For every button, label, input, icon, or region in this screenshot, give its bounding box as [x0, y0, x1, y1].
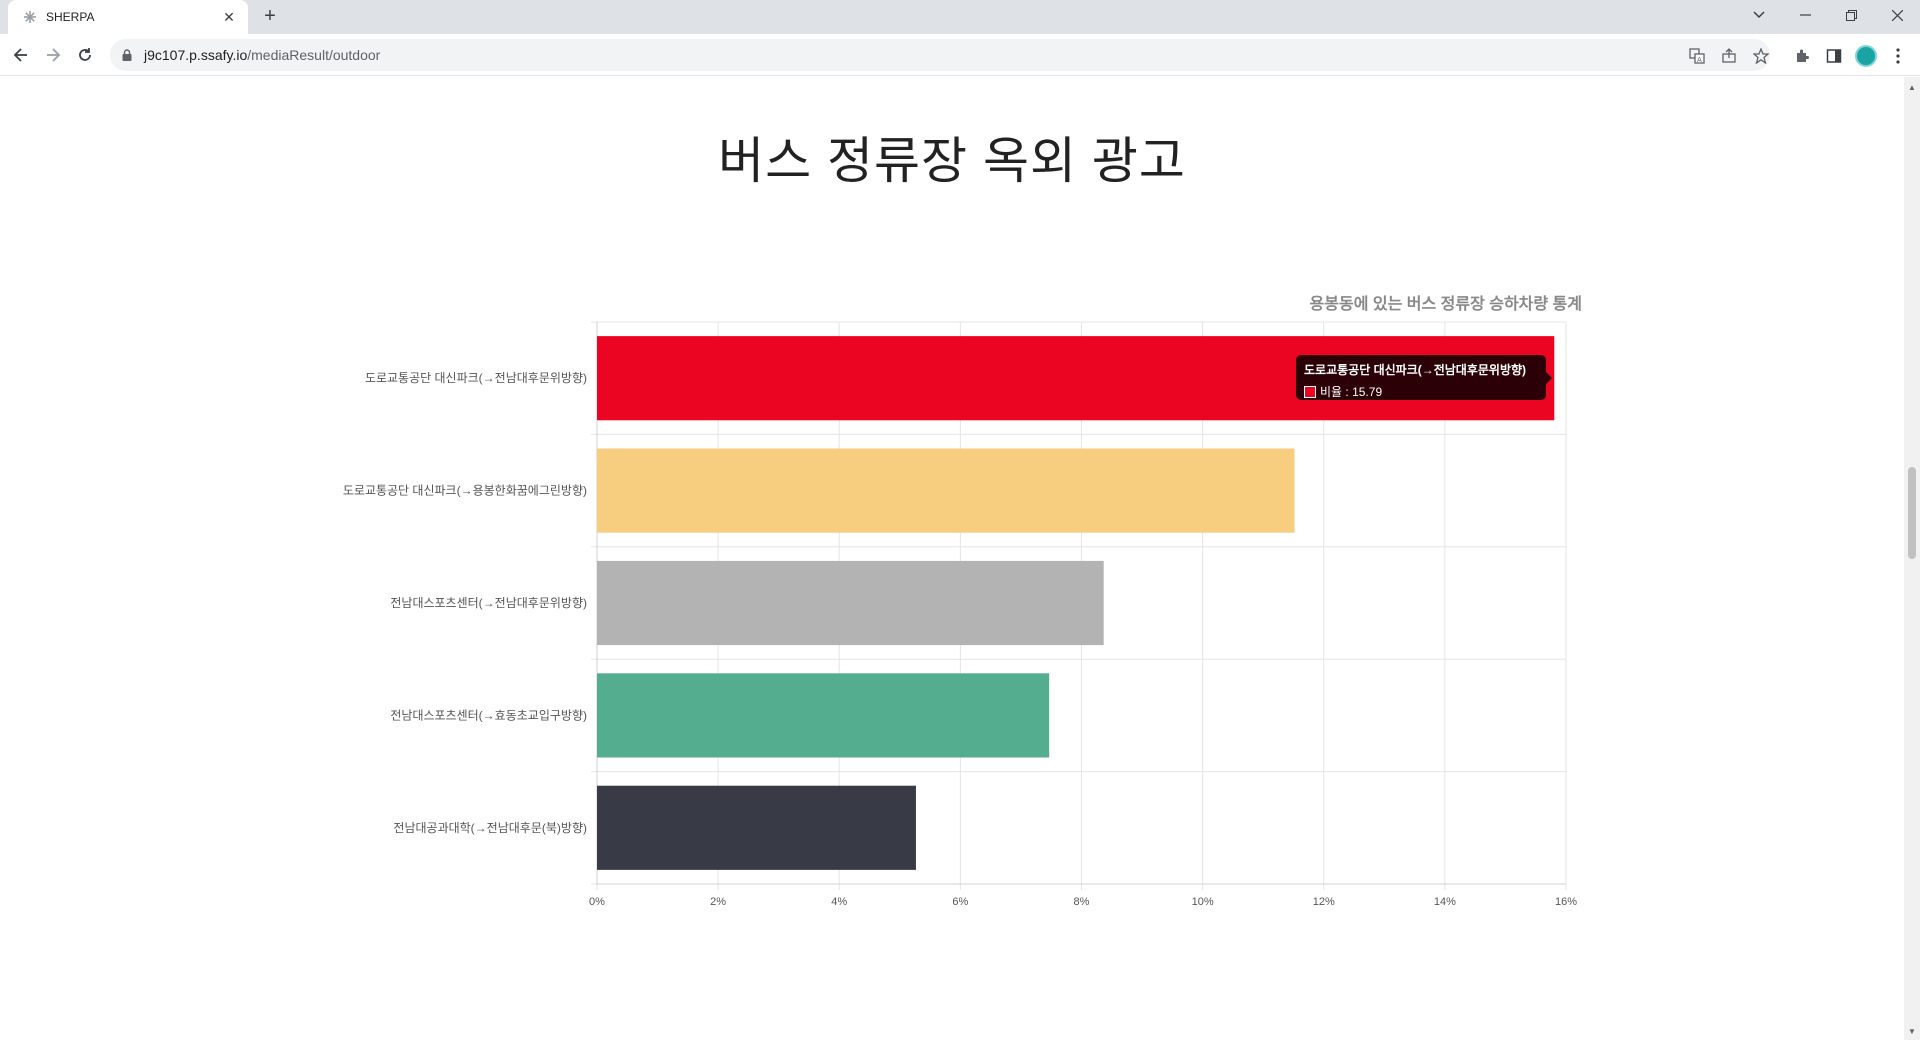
- browser-tab[interactable]: SHERPA ✕: [8, 0, 248, 34]
- extensions-icon[interactable]: [1792, 46, 1812, 66]
- translate-icon[interactable]: A: [1688, 47, 1706, 65]
- tooltip-row: 비율 : 15.79: [1304, 383, 1538, 400]
- side-panel-icon[interactable]: [1824, 46, 1844, 66]
- close-window-icon[interactable]: [1874, 0, 1920, 30]
- url-text: j9c107.p.ssafy.io/mediaResult/outdoor: [144, 47, 380, 63]
- tooltip-caret: [1546, 372, 1552, 384]
- url-host: j9c107.p.ssafy.io: [144, 47, 248, 63]
- tooltip-title: 도로교통공단 대신파크(→전남대후문위방향): [1304, 363, 1527, 377]
- bar: [597, 673, 1050, 758]
- close-tab-icon[interactable]: ✕: [220, 9, 238, 26]
- x-tick-label: 16%: [1555, 896, 1577, 908]
- x-tick-label: 0%: [589, 896, 605, 908]
- x-tick-label: 4%: [831, 896, 847, 908]
- chart-tooltip: 도로교통공단 대신파크(→전남대후문위방향) 비율 : 15.79: [1296, 355, 1552, 400]
- lock-icon[interactable]: [120, 48, 134, 62]
- y-category-label: 전남대스포츠센터(→전남대후문위방향): [390, 596, 587, 610]
- reload-icon[interactable]: [72, 42, 98, 68]
- menu-icon[interactable]: [1888, 46, 1908, 66]
- share-icon[interactable]: [1720, 47, 1738, 65]
- x-tick-label: 6%: [952, 896, 968, 908]
- browser-toolbar: j9c107.p.ssafy.io/mediaResult/outdoor A: [0, 34, 1920, 76]
- y-category-label: 도로교통공단 대신파크(→용봉한화꿈에그린방향): [343, 484, 587, 498]
- forward-icon[interactable]: [40, 42, 66, 68]
- y-category-label: 도로교통공단 대신파크(→전남대후문위방향): [365, 371, 587, 385]
- minimize-icon[interactable]: [1782, 0, 1828, 30]
- restore-icon[interactable]: [1828, 0, 1874, 30]
- x-tick-label: 8%: [1074, 896, 1090, 908]
- bar: [597, 448, 1295, 533]
- tooltip-label: 비율 : 15.79: [1320, 385, 1383, 399]
- y-category-label: 전남대공과대학(→전남대후문(북)방향): [393, 821, 587, 835]
- url-path: /mediaResult/outdoor: [247, 47, 381, 63]
- bar-chart: 0% 2% 4% 6% 8% 10% 12% 14% 16% 도로교통공단 대신파크(→전남대후문…: [343, 321, 1577, 908]
- tab-title: SHERPA: [46, 10, 95, 24]
- bar: [597, 785, 916, 870]
- favicon-icon: [22, 9, 38, 25]
- back-icon[interactable]: [8, 42, 34, 68]
- page-scrollbar[interactable]: ▲ ▼: [1904, 77, 1920, 1040]
- tab-search-icon[interactable]: [1736, 0, 1782, 30]
- x-tick-label: 10%: [1192, 896, 1214, 908]
- tooltip-swatch: [1304, 385, 1316, 398]
- profile-avatar[interactable]: [1855, 45, 1877, 67]
- x-tick-label: 2%: [710, 896, 726, 908]
- scroll-down-arrow-icon[interactable]: ▼: [1908, 1027, 1916, 1036]
- bookmark-star-icon[interactable]: [1752, 47, 1770, 65]
- scroll-up-arrow-icon[interactable]: ▲: [1908, 83, 1916, 92]
- tab-strip: SHERPA ✕ +: [0, 0, 1920, 34]
- page-content: 버스 정류장 옥외 광고 용봉동에 있는 버스 정류장 승하차량 통계 0% 2%…: [0, 77, 1904, 1040]
- y-category-label: 전남대스포츠센터(→효동초교입구방향): [390, 708, 587, 722]
- svg-text:A: A: [1697, 56, 1702, 64]
- address-bar[interactable]: j9c107.p.ssafy.io/mediaResult/outdoor A: [110, 39, 1770, 71]
- new-tab-icon[interactable]: +: [258, 5, 282, 29]
- x-tick-label: 14%: [1434, 896, 1456, 908]
- x-tick-label: 12%: [1313, 896, 1335, 908]
- bar: [597, 560, 1104, 646]
- scrollbar-thumb[interactable]: [1908, 467, 1916, 559]
